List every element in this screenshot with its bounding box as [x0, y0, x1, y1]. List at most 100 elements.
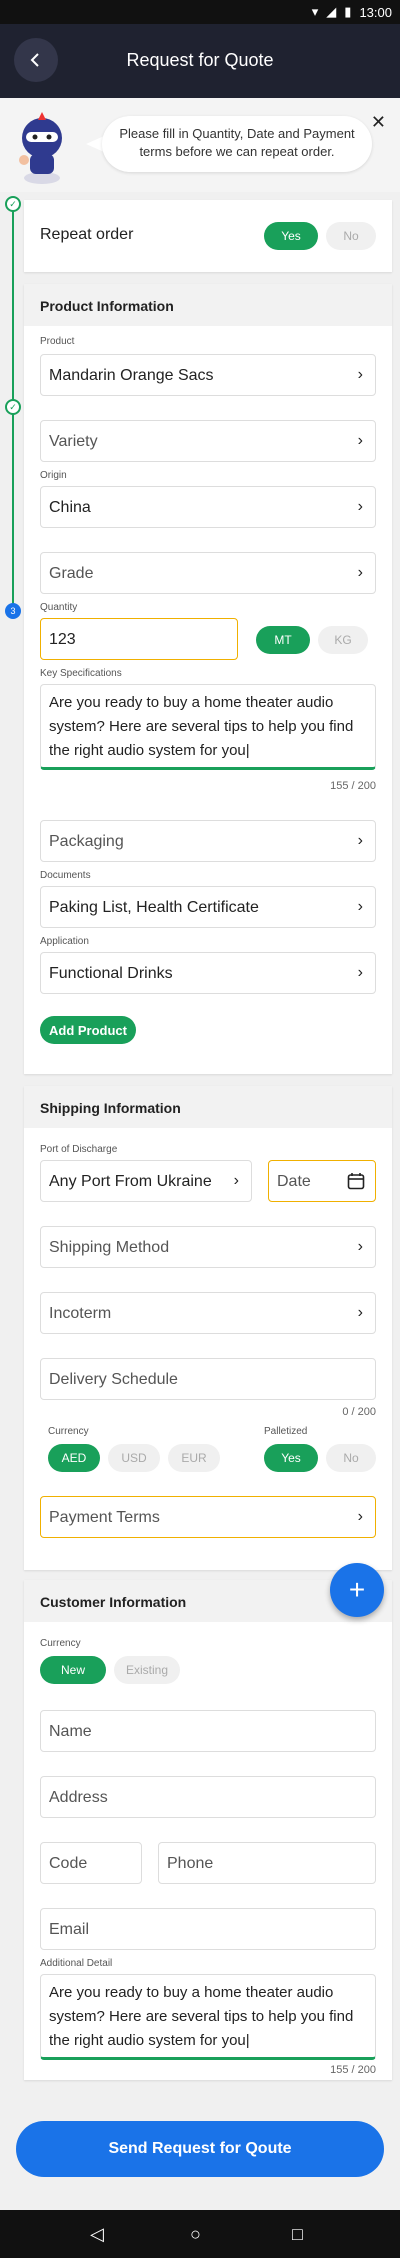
port-value: Any Port From Ukraine [49, 1173, 212, 1190]
wifi-icon: ▾ [311, 4, 319, 19]
chevron-right-icon: › [357, 898, 363, 915]
additional-detail-counter: 155 / 200 [330, 2064, 376, 2076]
nav-home-icon[interactable]: ○ [190, 2224, 201, 2245]
code-input[interactable]: Code [40, 1842, 142, 1884]
email-input[interactable]: Email [40, 1908, 376, 1950]
origin-value: China [49, 499, 91, 516]
phone-input[interactable]: Phone [158, 1842, 376, 1884]
port-of-discharge-field[interactable]: Any Port From Ukraine › [40, 1160, 252, 1202]
plus-icon: + [348, 1574, 366, 1605]
palletized-yes-toggle[interactable]: Yes [264, 1444, 318, 1472]
step-1-check-icon: ✓ [5, 196, 21, 212]
page-title: Request for Quote [126, 50, 274, 70]
code-placeholder: Code [49, 1855, 88, 1872]
app-bar: Request for Quote [0, 24, 400, 98]
product-section-title: Product Information [24, 284, 392, 326]
product-information-card: Product Information Product Mandarin Ora… [24, 284, 392, 1074]
documents-label: Documents [40, 870, 91, 881]
incoterm-placeholder: Incoterm [49, 1305, 112, 1322]
name-input[interactable]: Name [40, 1710, 376, 1752]
key-specifications-counter: 155 / 200 [330, 780, 376, 792]
key-specifications-textarea[interactable]: Are you ready to buy a home theater audi… [40, 684, 376, 770]
nav-back-icon[interactable]: ◁ [90, 2224, 104, 2245]
step-2-check-icon: ✓ [5, 399, 21, 415]
product-label: Product [40, 336, 75, 347]
unit-mt-toggle[interactable]: MT [256, 626, 310, 654]
application-field[interactable]: Functional Drinks › [40, 952, 376, 994]
key-specifications-label: Key Specifications [40, 668, 122, 679]
date-field[interactable]: Date [268, 1160, 376, 1202]
close-icon[interactable]: ✕ [371, 112, 386, 133]
shipping-method-placeholder: Shipping Method [49, 1239, 170, 1256]
chevron-right-icon: › [357, 832, 363, 849]
packaging-placeholder: Packaging [49, 833, 124, 850]
palletized-label: Palletized [264, 1426, 308, 1437]
chevron-right-icon: › [357, 964, 363, 981]
customer-new-toggle[interactable]: New [40, 1656, 106, 1684]
chevron-right-icon: › [357, 564, 363, 581]
hint-banner: Please fill in Quantity, Date and Paymen… [0, 98, 400, 192]
add-fab-button[interactable]: + [330, 1563, 384, 1617]
step-3-indicator: 3 [5, 603, 21, 619]
hint-message: Please fill in Quantity, Date and Paymen… [102, 116, 372, 172]
repeat-order-card: Repeat order Yes No [24, 200, 392, 272]
address-input[interactable]: Address [40, 1776, 376, 1818]
calendar-icon [347, 1173, 365, 1190]
grade-field[interactable]: Grade › [40, 552, 376, 594]
quantity-input[interactable]: 123 [40, 618, 238, 660]
add-product-button[interactable]: Add Product [40, 1016, 136, 1044]
send-request-button[interactable]: Send Request for Qoute [16, 2121, 384, 2177]
product-value: Mandarin Orange Sacs [49, 367, 214, 384]
chevron-right-icon: › [357, 498, 363, 515]
repeat-order-label: Repeat order [40, 226, 134, 243]
origin-field[interactable]: China › [40, 486, 376, 528]
ninja-mascot-icon [19, 112, 62, 184]
chevron-right-icon: › [357, 432, 363, 449]
shipping-method-field[interactable]: Shipping Method › [40, 1226, 376, 1268]
currency-eur-toggle[interactable]: EUR [168, 1444, 220, 1472]
quantity-value: 123 [49, 631, 76, 648]
repeat-no-toggle[interactable]: No [326, 222, 376, 250]
variety-placeholder: Variety [49, 433, 98, 450]
application-value: Functional Drinks [49, 965, 173, 982]
date-placeholder: Date [277, 1173, 311, 1190]
status-time: 13:00 [359, 4, 392, 20]
shipping-information-card: Shipping Information Port of Discharge A… [24, 1086, 392, 1570]
status-bar: ▾ ◢ ▮ 13:00 [0, 0, 400, 24]
customer-currency-label: Currency [40, 1638, 81, 1649]
battery-icon: ▮ [344, 4, 352, 19]
variety-field[interactable]: Variety › [40, 420, 376, 462]
product-field[interactable]: Mandarin Orange Sacs › [40, 354, 376, 396]
nav-recents-icon[interactable]: □ [292, 2224, 303, 2245]
delivery-schedule-field[interactable]: Delivery Schedule [40, 1358, 376, 1400]
repeat-yes-toggle[interactable]: Yes [264, 222, 318, 250]
documents-field[interactable]: Paking List, Health Certificate › [40, 886, 376, 928]
quantity-label: Quantity [40, 602, 78, 613]
payment-terms-placeholder: Payment Terms [49, 1509, 160, 1526]
additional-detail-textarea[interactable]: Are you ready to buy a home theater audi… [40, 1974, 376, 2060]
origin-label: Origin [40, 470, 67, 481]
chevron-right-icon: › [233, 1172, 239, 1189]
chevron-right-icon: › [357, 1508, 363, 1525]
grade-placeholder: Grade [49, 565, 94, 582]
customer-existing-toggle[interactable]: Existing [114, 1656, 180, 1684]
payment-terms-field[interactable]: Payment Terms › [40, 1496, 376, 1538]
palletized-no-toggle[interactable]: No [326, 1444, 376, 1472]
currency-label: Currency [48, 1426, 89, 1437]
currency-usd-toggle[interactable]: USD [108, 1444, 160, 1472]
chevron-right-icon: › [357, 1304, 363, 1321]
incoterm-field[interactable]: Incoterm › [40, 1292, 376, 1334]
packaging-field[interactable]: Packaging › [40, 820, 376, 862]
customer-information-card: Customer Information Currency New Existi… [24, 1580, 392, 2080]
email-placeholder: Email [49, 1921, 90, 1938]
chevron-right-icon: › [357, 366, 363, 383]
additional-detail-label: Additional Detail [40, 1958, 113, 1969]
delivery-schedule-counter: 0 / 200 [342, 1406, 376, 1418]
application-label: Application [40, 936, 89, 947]
port-label: Port of Discharge [40, 1144, 118, 1155]
currency-aed-toggle[interactable]: AED [48, 1444, 100, 1472]
delivery-schedule-placeholder: Delivery Schedule [49, 1371, 178, 1388]
system-nav-bar: ◁ ○ □ [0, 2210, 400, 2258]
chevron-right-icon: › [357, 1238, 363, 1255]
unit-kg-toggle[interactable]: KG [318, 626, 368, 654]
